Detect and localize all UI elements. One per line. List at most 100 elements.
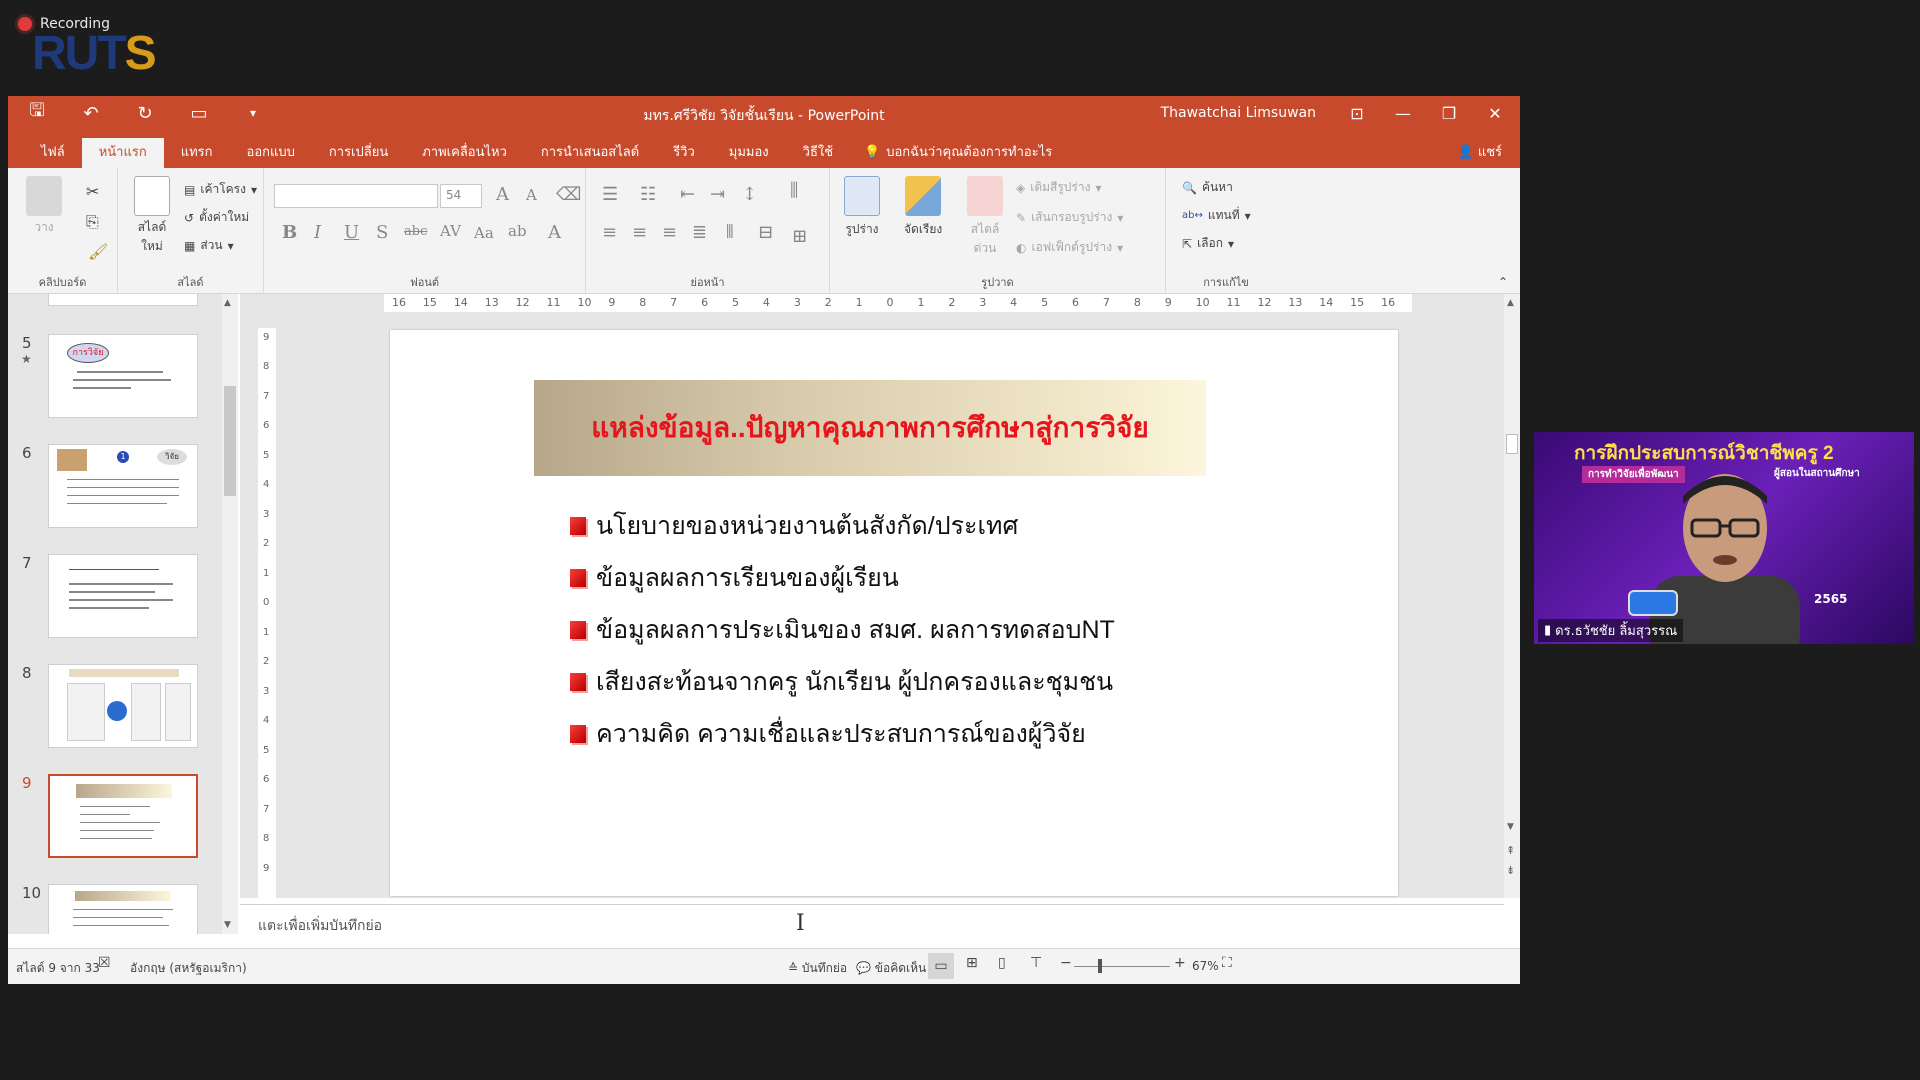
minimize-button[interactable]: — [1380,96,1426,130]
highlight-icon[interactable]: ab [508,222,527,240]
format-painter-icon[interactable]: 🖌 [88,242,108,261]
slide-thumbnail-8[interactable] [48,664,198,748]
justify-icon[interactable]: ≣ [692,222,707,243]
customize-toolbar-icon[interactable]: ▾ [226,96,280,130]
tab-design[interactable]: ออกแบบ [230,138,312,168]
restore-button[interactable]: ❐ [1426,96,1472,130]
text-direction-icon[interactable]: ⫼ [790,180,798,201]
notes-pane[interactable]: แตะเพื่อเพิ่มบันทึกย่อ I [240,904,1504,942]
collapse-ribbon-icon[interactable]: ⌃ [1498,275,1508,289]
replace-button[interactable]: ab↔ แทนที่ ▾ [1182,206,1251,225]
scroll-up-icon[interactable]: ▲ [224,298,231,308]
bold-icon[interactable]: B [282,222,297,243]
slide-thumbnail-7[interactable] [48,554,198,638]
slide-thumbnail-4[interactable] [48,294,198,306]
zoom-in-icon[interactable]: + [1174,955,1186,971]
tab-slideshow[interactable]: การนำเสนอสไลด์ [524,138,656,168]
align-center-icon[interactable]: ≡ [632,222,647,243]
thumbnails-scrollbar[interactable]: ▲ ▼ [222,294,238,934]
increase-indent-icon[interactable]: ⇥ [710,184,725,205]
redo-icon[interactable]: ↻ [118,96,172,130]
strikethrough-icon[interactable]: abc [404,224,427,239]
shadow-icon[interactable]: S [376,222,388,243]
clear-format-icon[interactable]: ⌫ [556,184,581,205]
scroll-thumb[interactable] [1506,434,1518,454]
slideshow-icon[interactable]: ⊤ [1030,955,1042,971]
bullets-icon[interactable]: ☰ [602,184,618,205]
user-name[interactable]: Thawatchai Limsuwan [1161,105,1316,121]
slide-scrollbar[interactable]: ▲ ▼ ⇞ ⇟ [1504,294,1520,898]
align-text-icon[interactable]: ⊟ [758,222,773,243]
change-case-icon[interactable]: Aa [474,224,494,242]
font-color-icon[interactable]: A [548,222,561,243]
reset-button[interactable]: ↺ ตั้งค่าใหม่ [184,208,249,227]
next-slide-icon[interactable]: ⇟ [1506,864,1515,877]
quick-styles-button[interactable]: สไตล์ ด่วน [964,176,1006,258]
font-name-combo[interactable] [274,184,438,208]
arrange-button[interactable]: จัดเรียง [904,176,942,239]
shape-fill-button[interactable]: ◈ เติมสีรูปร่าง ▾ [1016,178,1102,197]
start-presentation-icon[interactable]: ▭ [172,96,226,130]
find-button[interactable]: 🔍 ค้นหา [1182,178,1233,197]
bullet-item[interactable]: ข้อมูลผลการเรียนของผู้เรียน [570,558,899,598]
normal-view-icon[interactable]: ▭ [928,953,954,979]
shapes-button[interactable]: รูปร่าง [844,176,880,239]
decrease-indent-icon[interactable]: ⇤ [680,184,695,205]
zoom-slider[interactable] [1074,966,1170,967]
ribbon-display-options-icon[interactable]: ⊡ [1334,96,1380,130]
tab-animations[interactable]: ภาพเคลื่อนไหว [405,138,524,168]
reading-view-icon[interactable]: ▯ [998,955,1006,971]
spell-check-icon[interactable]: ☒ [98,955,111,971]
char-spacing-icon[interactable]: AV [440,222,461,240]
bullet-item[interactable]: เสียงสะท้อนจากครู นักเรียน ผู้ปกครองและช… [570,662,1113,702]
scroll-thumb[interactable] [224,386,236,496]
tab-review[interactable]: รีวิว [656,138,712,168]
decrease-font-icon[interactable]: A [526,186,537,204]
save-icon[interactable]: 🖫 [10,96,64,130]
italic-icon[interactable]: I [314,222,321,243]
smartart-icon[interactable]: ⊞ [792,226,807,247]
zoom-slider-thumb[interactable] [1098,959,1102,973]
increase-font-icon[interactable]: A [496,184,509,205]
shape-outline-button[interactable]: ✎ เส้นกรอบรูปร่าง ▾ [1016,208,1123,227]
slide-sorter-icon[interactable]: ⊞ [966,955,978,971]
line-spacing-icon[interactable]: ↕ [742,184,757,205]
align-left-icon[interactable]: ≡ [602,222,617,243]
bullet-item[interactable]: ข้อมูลผลการประเมินของ สมศ. ผลการทดสอบNT [570,610,1115,650]
cut-icon[interactable]: ✂ [86,182,99,201]
align-right-icon[interactable]: ≡ [662,222,677,243]
paste-button[interactable]: วาง [26,176,62,237]
slide-thumbnail-9[interactable] [48,774,198,858]
tab-help[interactable]: วิธีใช้ [786,138,850,168]
section-button[interactable]: ▦ ส่วน ▾ [184,236,234,255]
scroll-down-icon[interactable]: ▼ [224,920,231,930]
fit-to-window-icon[interactable]: ⛶ [1222,955,1232,971]
tab-insert[interactable]: แทรก [164,138,230,168]
underline-icon[interactable]: U [344,222,359,243]
scroll-up-icon[interactable]: ▲ [1507,298,1514,308]
current-slide[interactable]: แหล่งข้อมูล..ปัญหาคุณภาพการศึกษาสู่การวิ… [390,330,1398,896]
slide-thumbnail-6[interactable]: 1 วิจัย [48,444,198,528]
slide-thumbnail-5[interactable]: การวิจัย [48,334,198,418]
tab-view[interactable]: มุมมอง [712,138,786,168]
comments-button[interactable]: 💬 ข้อคิดเห็น [856,959,926,978]
tab-home[interactable]: หน้าแรก [81,138,164,168]
shape-effects-button[interactable]: ◐ เอฟเฟ็กต์รูปร่าง ▾ [1016,238,1123,257]
zoom-out-icon[interactable]: − [1060,955,1072,971]
bullet-item[interactable]: ความคิด ความเชื่อและประสบการณ์ของผู้วิจั… [570,714,1086,754]
slide-thumbnail-10[interactable] [48,884,198,934]
close-button[interactable]: ✕ [1472,96,1518,130]
zoom-level[interactable]: 67% [1192,959,1219,973]
tell-me-search[interactable]: 💡 บอกฉันว่าคุณต้องการทำอะไร [850,138,1052,168]
scroll-down-icon[interactable]: ▼ [1507,822,1514,832]
select-button[interactable]: ⇱ เลือก ▾ [1182,234,1234,253]
new-slide-button[interactable]: สไลด์ ใหม่ [128,176,176,256]
bullet-item[interactable]: นโยบายของหน่วยงานต้นสังกัด/ประเทศ [570,506,1018,546]
slide-title-box[interactable]: แหล่งข้อมูล..ปัญหาคุณภาพการศึกษาสู่การวิ… [534,380,1206,476]
undo-icon[interactable]: ↶ [64,96,118,130]
font-size-combo[interactable]: 54 [440,184,482,208]
columns-icon[interactable]: ⫴ [726,222,734,243]
share-button[interactable]: 👤 แชร์ [1457,138,1502,168]
language-indicator[interactable]: อังกฤษ (สหรัฐอเมริกา) [130,959,247,978]
previous-slide-icon[interactable]: ⇞ [1506,844,1515,857]
